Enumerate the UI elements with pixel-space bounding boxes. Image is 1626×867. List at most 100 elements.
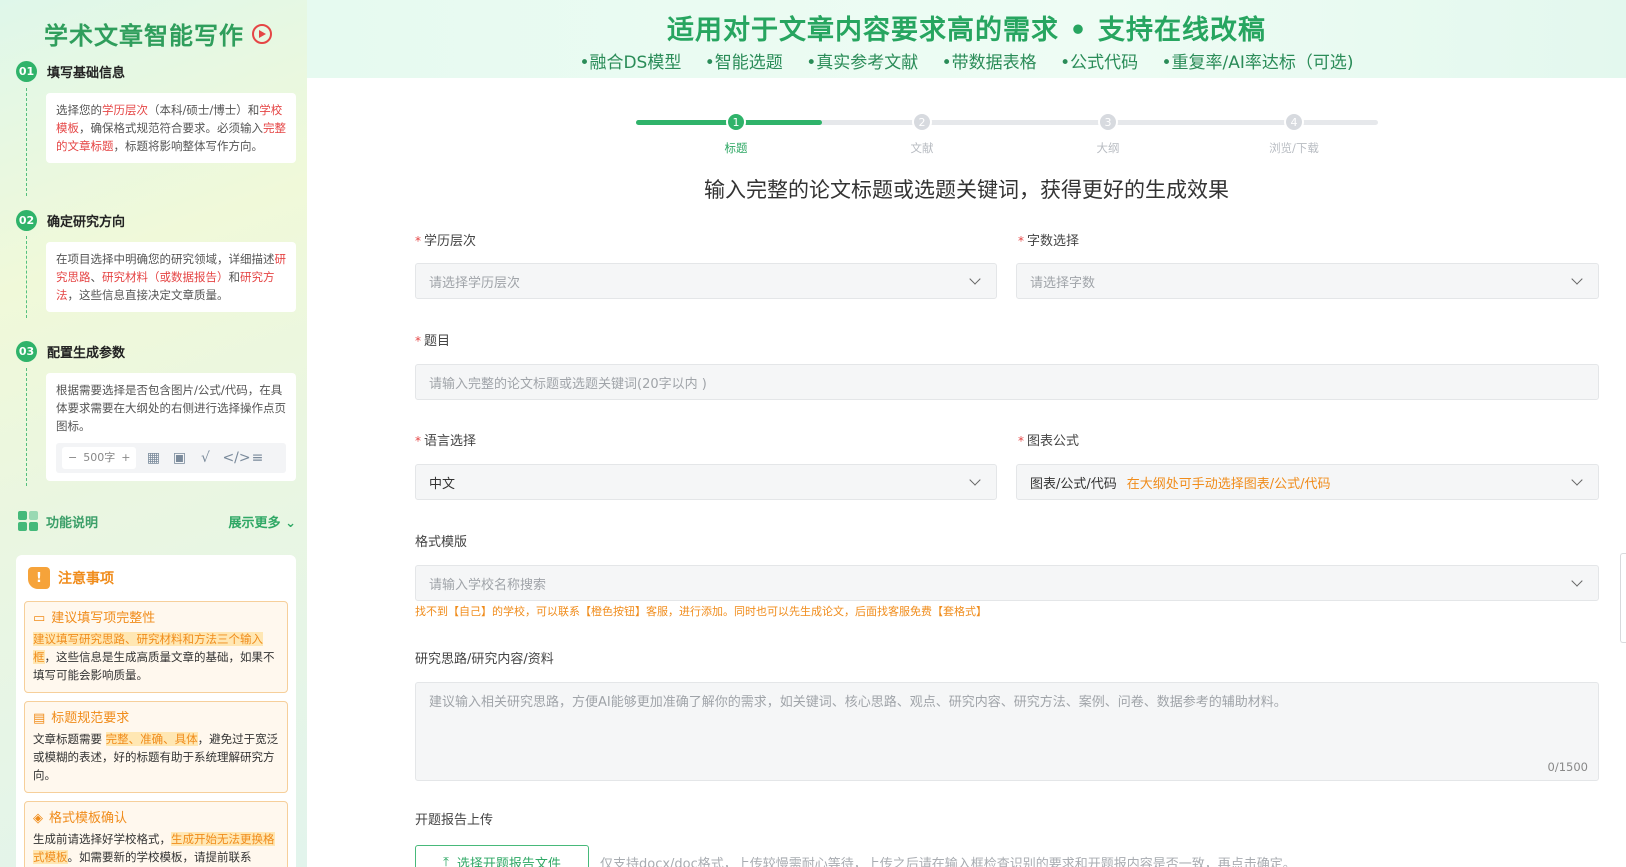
brand-title: 学术文章智能写作 — [44, 22, 244, 50]
list-icon[interactable]: ≡ — [248, 449, 266, 467]
language-select[interactable]: 中文 — [415, 464, 997, 500]
word-count-stepper[interactable]: − 500字 + — [62, 447, 137, 469]
chevron-down-icon — [969, 273, 981, 285]
notice-icon: ! — [28, 567, 50, 589]
research-placeholder: 建议输入相关研究思路，方便AI能够更加准确了解你的需求，如关键词、核心思路、观点… — [429, 695, 1287, 710]
tip-body: 生成前请选择好学校格式，生成开始无法更换格式模板。如需要新的学校模板，请提前联系 — [33, 830, 279, 866]
language-value: 中文 — [429, 476, 456, 492]
feature-icon — [18, 511, 38, 531]
body-text: 根据需要选择是否包含图片/公式/代码，在具体要求需要在大纲处的右侧进行选择操作点… — [56, 383, 286, 433]
template-search-select[interactable]: 请输入学校名称搜索 — [415, 565, 1599, 601]
brand: 学术文章智能写作 — [44, 16, 272, 51]
body-text: 文章标题需要 — [33, 732, 106, 746]
notice-panel: ! 注意事项 ▭ 建议填写项完整性 建议填写研究思路、研究材料和方法三个输入框，这… — [16, 555, 296, 867]
tip-title: 建议填写项完整性 — [51, 611, 156, 626]
required-mark: * — [1018, 434, 1024, 448]
upload-file-button[interactable]: ⤒ 选择开题报告文件 — [415, 845, 589, 867]
upload-button-label: 选择开题报告文件 — [456, 856, 561, 867]
top-banner: 适用对于文章内容要求高的需求 • 支持在线改稿 •融合DS模型 •智能选题 •真… — [307, 0, 1626, 78]
charts-label: * 图表公式 — [1018, 430, 1079, 449]
body-text: ，标题将影响整体写作方向。 — [113, 139, 264, 153]
step-number: 02 — [16, 210, 37, 231]
topic-placeholder: 请输入完整的论文标题或选题关键词(20字以内 ) — [429, 376, 707, 392]
step-connector — [26, 236, 27, 318]
step-01-header: 01 填写基础信息 — [16, 61, 125, 82]
topic-input[interactable]: 请输入完整的论文标题或选题关键词(20字以内 ) — [415, 364, 1599, 400]
document-icon: ▤ — [33, 711, 46, 726]
body-text: 选择您的 — [56, 103, 102, 117]
tip-title: 格式模板确认 — [49, 811, 128, 826]
required-mark: * — [415, 434, 421, 448]
show-more-link[interactable]: 展示更多 ⌄ — [229, 512, 296, 531]
char-counter: 0/1500 — [1547, 760, 1588, 774]
research-label: 研究思路/研究内容/资料 — [415, 652, 554, 667]
step-03-card: 根据需要选择是否包含图片/公式/代码，在具体要求需要在大纲处的右侧进行选择操作点… — [46, 373, 296, 481]
charts-value: 图表/公式/代码 — [1030, 476, 1117, 492]
required-mark: * — [1018, 234, 1024, 248]
step-number: 01 — [16, 61, 37, 82]
chevron-down-icon — [1571, 273, 1583, 285]
degree-placeholder: 请选择学历层次 — [429, 275, 521, 291]
tip-card: ◈ 格式模板确认 生成前请选择好学校格式，生成开始无法更换格式模板。如需要新的学校… — [24, 801, 288, 867]
chevron-down-icon — [1571, 575, 1583, 587]
tip-body: 文章标题需要 完整、准确、具体，避免过于宽泛或模糊的表述，好的标题有助于系统理解… — [33, 730, 279, 784]
degree-select[interactable]: 请选择学历层次 — [415, 263, 997, 299]
progress-stepper: 1 标题 2 文献 3 大纲 4 浏览/下载 — [636, 110, 1378, 156]
charts-select[interactable]: 图表/公式/代码 在大纲处可手动选择图表/公式/代码 — [1016, 464, 1599, 500]
step-node-3[interactable]: 3 — [1098, 112, 1118, 132]
body-text: ，这些信息是生成高质量文章的基础，如果不填写可能会影响质量。 — [33, 650, 275, 682]
step-number: 03 — [16, 341, 37, 362]
step-label-outline: 大纲 — [1096, 141, 1120, 155]
step-02-header: 02 确定研究方向 — [16, 210, 125, 231]
highlight-text: 学历层次 — [102, 103, 148, 117]
body-text: 和 — [228, 270, 241, 284]
book-icon: ▭ — [33, 611, 46, 626]
charts-label-text: 图表公式 — [1027, 434, 1080, 449]
code-icon[interactable]: </> — [222, 449, 250, 467]
wordcount-placeholder: 请选择字数 — [1030, 275, 1096, 291]
banner-tag: •融合DS模型 — [579, 53, 682, 73]
step-01-card: 选择您的学历层次（本科/硕士/博士）和学校模板，确保格式规范符合要求。必须输入完… — [46, 93, 296, 163]
step-label-title: 标题 — [724, 141, 748, 155]
required-mark: * — [415, 334, 421, 348]
banner-tags: •融合DS模型 •智能选题 •真实参考文献 •带数据表格 •公式代码 •重复率/… — [307, 48, 1626, 73]
chevron-down-icon — [1571, 474, 1583, 486]
step-node-4[interactable]: 4 — [1284, 112, 1304, 132]
banner-tag: •真实参考文献 — [806, 53, 919, 73]
formula-icon[interactable]: √ — [196, 449, 214, 467]
side-float-tab[interactable] — [1620, 553, 1626, 643]
play-icon[interactable] — [252, 23, 272, 44]
notice-title: 注意事项 — [58, 571, 114, 587]
page-subtitle: 输入完整的论文标题或选题关键词，获得更好的生成效果 — [704, 178, 1229, 202]
step-node-2[interactable]: 2 — [912, 112, 932, 132]
image-icon[interactable]: ▣ — [170, 449, 188, 467]
highlight-text: 完整、准确、具体 — [105, 732, 198, 746]
body-text: （本科/硕士/博士）和 — [148, 103, 260, 117]
step-title: 配置生成参数 — [47, 346, 126, 361]
step-node-1[interactable]: 1 — [726, 112, 746, 132]
word-count-value: 500字 — [83, 451, 116, 464]
body-text: ，这些信息直接决定文章质量。 — [67, 288, 229, 302]
language-label-text: 语言选择 — [424, 434, 477, 449]
upload-label: 开题报告上传 — [415, 813, 494, 828]
template-warning: 找不到【自己】的学校，可以联系【橙色按钮】客服，进行添加。同时也可以先生成论文，… — [415, 605, 987, 618]
highlight-text: 研究材料（或数据报告） — [102, 270, 229, 284]
body-text: 。如需要新的学校模板，请提前联系 — [67, 850, 252, 864]
step-connector — [26, 368, 27, 486]
step-connector — [26, 88, 27, 196]
graduation-cap-icon: ◈ — [33, 811, 43, 826]
banner-tag: •公式代码 — [1060, 53, 1139, 73]
wordcount-select[interactable]: 请选择字数 — [1016, 263, 1599, 299]
topic-label-text: 题目 — [424, 334, 451, 349]
feature-description: 功能说明 展示更多 ⌄ — [18, 511, 296, 531]
body-text: 、 — [90, 270, 103, 284]
tip-title: 标题规范要求 — [51, 711, 130, 726]
charts-hint: 在大纲处可手动选择图表/公式/代码 — [1126, 476, 1331, 492]
minus-icon[interactable]: − — [68, 449, 77, 467]
template-label: 格式模版 — [415, 535, 468, 550]
research-textarea[interactable]: 建议输入相关研究思路，方便AI能够更加准确了解你的需求，如关键词、核心思路、观点… — [415, 682, 1599, 781]
feature-label: 功能说明 — [46, 515, 99, 531]
table-icon[interactable]: ▦ — [144, 449, 162, 467]
plus-icon[interactable]: + — [121, 449, 130, 467]
step-03-header: 03 配置生成参数 — [16, 341, 125, 362]
